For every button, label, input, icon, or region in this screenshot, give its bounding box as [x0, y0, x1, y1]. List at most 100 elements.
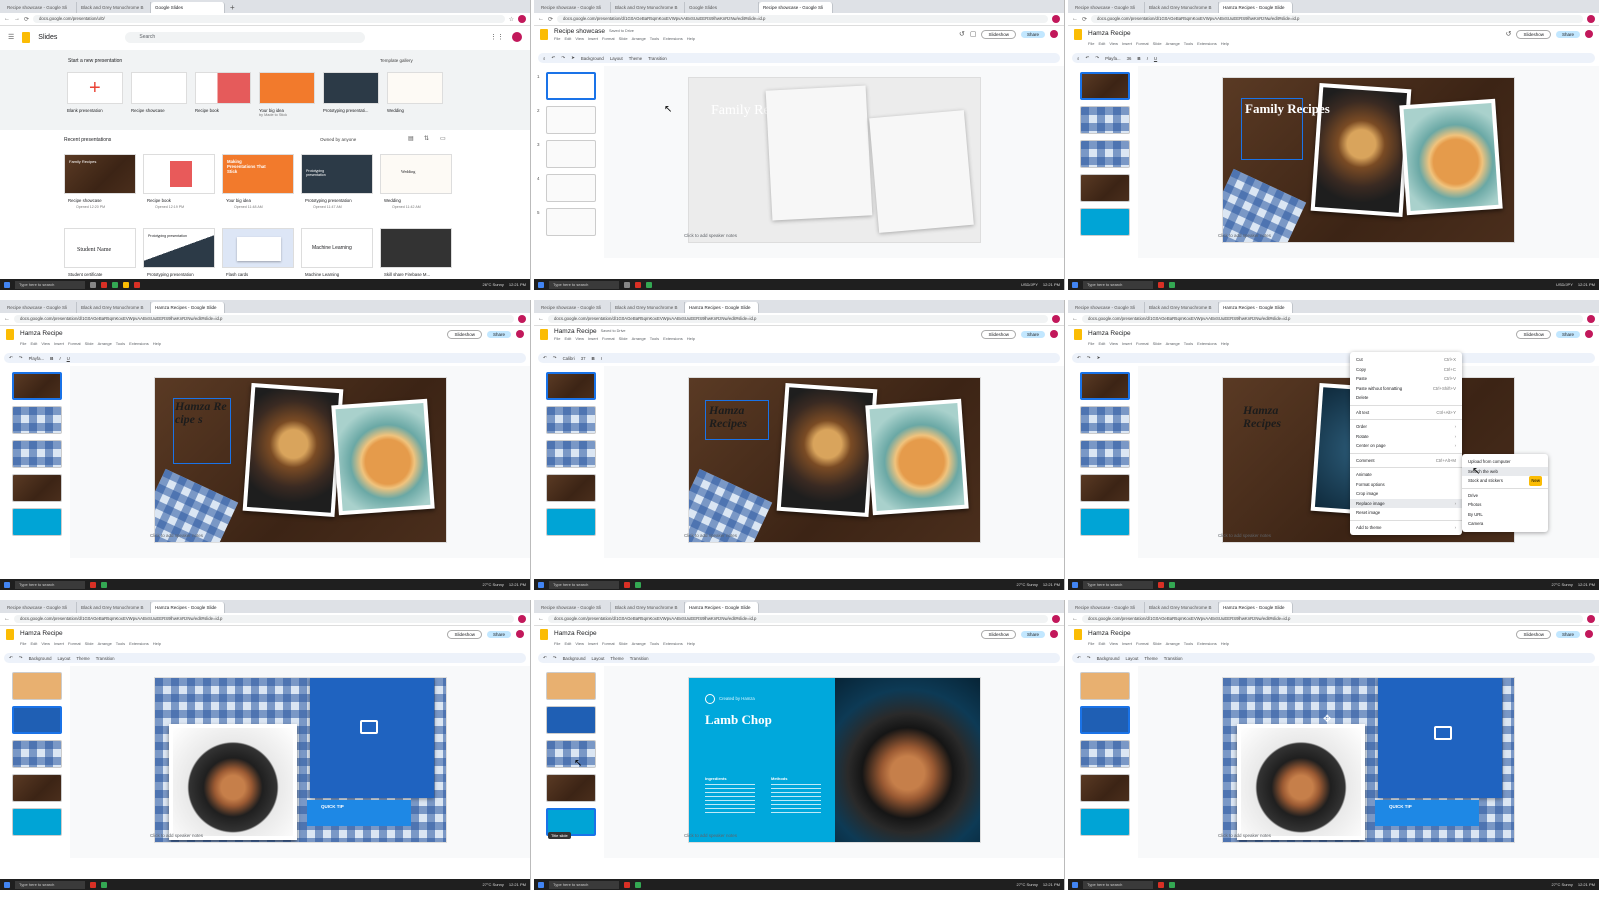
slide-thumbnail[interactable] — [12, 740, 62, 768]
share-button[interactable]: Share — [486, 330, 511, 338]
menu-edit[interactable]: Edit — [564, 641, 571, 646]
menu-format[interactable]: Format — [1136, 641, 1149, 646]
slide-thumbnail[interactable] — [546, 672, 596, 700]
quick-tip-box[interactable]: QUICK TIP — [307, 800, 411, 826]
lamb-photo[interactable] — [169, 724, 297, 840]
taskbar-app-icon[interactable] — [624, 581, 630, 588]
menu-item-copy[interactable]: Copy Ctrl+C — [1350, 365, 1462, 375]
profile-avatar[interactable] — [518, 615, 526, 623]
taskbar-app-icon[interactable] — [635, 581, 641, 588]
slide-thumbnail[interactable] — [546, 140, 596, 168]
menu-view[interactable]: View — [575, 336, 584, 341]
taskbar-app-icon[interactable] — [635, 881, 641, 888]
slide-thumbnail[interactable] — [12, 706, 62, 734]
slide-thumbnail[interactable] — [1080, 372, 1130, 400]
browser-tab[interactable]: Black and Grey Monochrome B — [1145, 2, 1219, 13]
menu-slide[interactable]: Slide — [1153, 341, 1162, 346]
menu-edit[interactable]: Edit — [564, 336, 571, 341]
template-recipe-showcase[interactable] — [131, 72, 187, 104]
toolbar-transition-button[interactable]: Transition — [648, 56, 667, 61]
slide-canvas[interactable]: Family Recipes — [1223, 78, 1514, 242]
font-family-dropdown[interactable]: Playfa... — [1105, 56, 1121, 61]
slide-thumbnail[interactable] — [1080, 106, 1130, 134]
menu-edit[interactable]: Edit — [1098, 341, 1105, 346]
back-icon[interactable]: ← — [538, 316, 544, 322]
template-blank[interactable]: + — [67, 72, 123, 104]
slideshow-button[interactable]: Slideshow — [1516, 29, 1551, 39]
menu-extensions[interactable]: Extensions — [1197, 41, 1217, 46]
menu-extensions[interactable]: Extensions — [663, 641, 683, 646]
account-avatar[interactable] — [1585, 30, 1593, 38]
browser-tab[interactable]: Black and Grey Monochrome B — [1145, 302, 1219, 313]
browser-tab[interactable]: Recipe showcase - Google Sli — [537, 2, 611, 13]
menu-format[interactable]: Format — [602, 336, 615, 341]
recent-file-card[interactable]: Wedding — [380, 154, 452, 194]
template-recipe-book[interactable] — [195, 72, 251, 104]
slide-thumbnail[interactable] — [1080, 208, 1130, 236]
menu-format[interactable]: Format — [1136, 41, 1149, 46]
taskbar-app-icon[interactable] — [1169, 281, 1175, 288]
presentation-title[interactable]: Hamza Recipe — [1088, 330, 1131, 337]
redo-icon[interactable]: ↷ — [1087, 655, 1091, 661]
font-family-dropdown[interactable]: Playfa... — [29, 356, 45, 361]
image-placeholder[interactable] — [310, 678, 434, 798]
menu-item-add-to-theme[interactable]: Add to theme › — [1350, 523, 1462, 533]
redo-icon[interactable]: ↷ — [1095, 55, 1099, 61]
account-avatar[interactable] — [1050, 330, 1058, 338]
menu-help[interactable]: Help — [1221, 641, 1229, 646]
menu-file[interactable]: File — [1088, 41, 1094, 46]
start-icon[interactable] — [4, 581, 10, 588]
slide-thumbnail[interactable] — [12, 406, 62, 434]
taskbar-app-icon[interactable] — [1169, 581, 1175, 588]
speaker-notes[interactable]: Click to add speaker notes — [1218, 233, 1271, 238]
taskbar-app-icon[interactable] — [1158, 581, 1164, 588]
menu-file[interactable]: File — [554, 641, 560, 646]
presentation-title[interactable]: Hamza Recipe — [1088, 30, 1131, 37]
menu-item-rotate[interactable]: Rotate › — [1350, 432, 1462, 442]
start-icon[interactable] — [1072, 281, 1078, 288]
undo-icon[interactable]: ↶ — [1086, 55, 1090, 61]
menu-edit[interactable]: Edit — [30, 341, 37, 346]
bold-icon[interactable]: B — [50, 356, 53, 361]
taskbar-app-icon[interactable] — [1158, 281, 1164, 288]
menu-slide[interactable]: Slide — [85, 641, 94, 646]
start-icon[interactable] — [4, 281, 10, 288]
folder-icon[interactable]: ▭ — [440, 135, 446, 142]
ticker-widget[interactable]: USD/JPY — [1556, 282, 1573, 287]
account-avatar[interactable] — [516, 330, 524, 338]
presentation-title[interactable]: Hamza Recipe — [20, 330, 63, 337]
lamb-title[interactable]: Lamb Chop — [705, 712, 772, 728]
submenu-photos[interactable]: Photos — [1462, 500, 1548, 510]
menu-file[interactable]: File — [1088, 341, 1094, 346]
share-button[interactable]: Share — [1555, 330, 1580, 338]
menu-item-cut[interactable]: Cut Ctrl+X — [1350, 355, 1462, 365]
italic-icon[interactable]: I — [601, 356, 602, 361]
pie-photo[interactable] — [1399, 98, 1503, 216]
slideshow-button[interactable]: Slideshow — [1516, 329, 1551, 339]
undo-icon[interactable]: ↶ — [543, 655, 547, 661]
slide-thumbnail[interactable] — [1080, 406, 1130, 434]
template-gallery-button[interactable]: Template gallery — [380, 58, 413, 63]
menu-file[interactable]: File — [554, 36, 560, 41]
menu-item-replace-image[interactable]: Replace image › — [1350, 498, 1462, 508]
profile-avatar[interactable] — [1587, 15, 1595, 23]
reload-icon[interactable]: ⟳ — [548, 16, 553, 23]
menu-edit[interactable]: Edit — [564, 36, 571, 41]
account-avatar[interactable] — [512, 32, 522, 42]
menu-item-delete[interactable]: Delete — [1350, 393, 1462, 403]
slideshow-button[interactable]: Slideshow — [447, 329, 482, 339]
toolbar-transition-button[interactable]: Transition — [630, 656, 649, 661]
toolbar-layout-button[interactable]: Layout — [1126, 656, 1139, 661]
slide-thumbnail[interactable] — [1080, 672, 1130, 700]
search-menus-icon[interactable]: ⌕ — [1077, 56, 1080, 61]
redo-icon[interactable]: ↷ — [1087, 355, 1091, 361]
profile-avatar[interactable] — [1587, 315, 1595, 323]
taskbar-app-icon[interactable] — [101, 581, 107, 588]
menu-edit[interactable]: Edit — [30, 641, 37, 646]
menu-edit[interactable]: Edit — [1098, 41, 1105, 46]
slide-thumbnail[interactable] — [546, 474, 596, 502]
slide-thumbnail[interactable] — [1080, 808, 1130, 836]
lamb-photo[interactable] — [1237, 724, 1365, 840]
back-icon[interactable]: ← — [1072, 616, 1078, 622]
taskbar-clock[interactable]: 12:21 PM — [509, 282, 526, 287]
